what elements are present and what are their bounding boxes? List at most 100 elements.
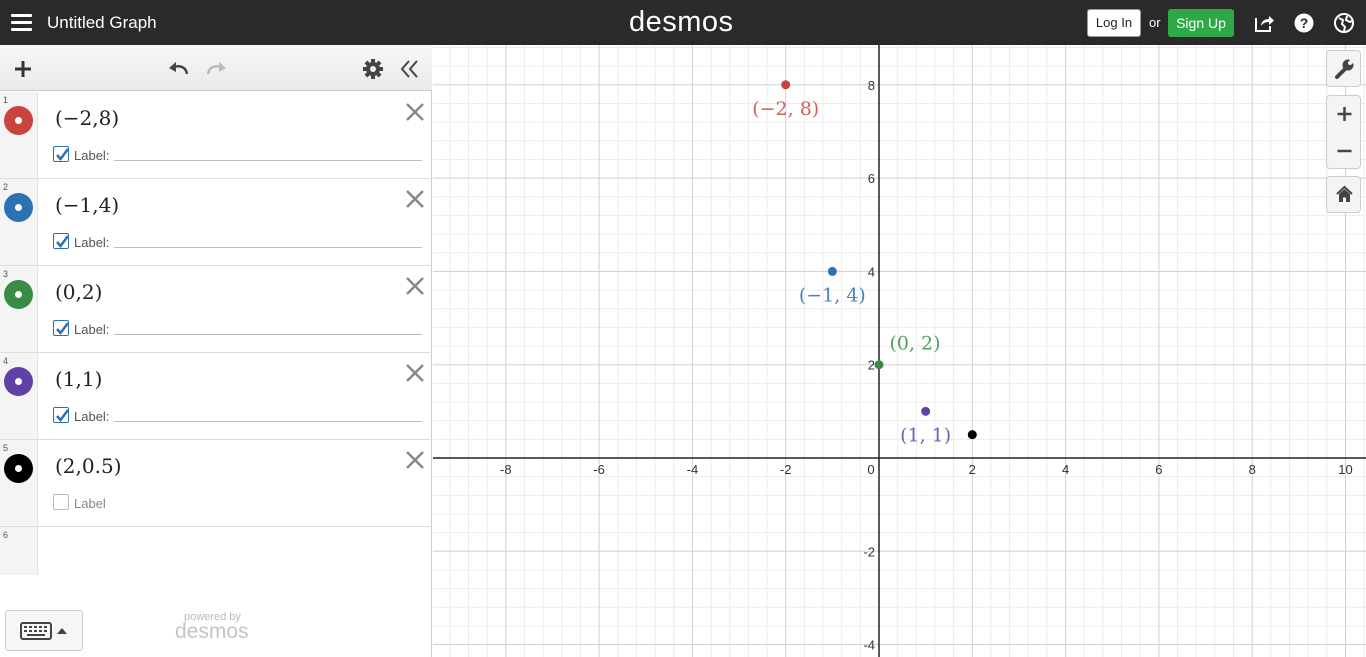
keypad-toggle-button[interactable] [5, 610, 83, 651]
graph-point[interactable] [967, 430, 977, 440]
home-icon[interactable] [1327, 177, 1362, 212]
point-label: (1, 1) [900, 424, 951, 446]
expression-row[interactable]: 5 (2,0.5) Label [0, 440, 432, 527]
expression-row[interactable]: 1 (−2,8) Label: [0, 92, 432, 179]
label-input[interactable] [114, 232, 422, 247]
y-tick-label: -2 [863, 544, 875, 559]
expression-input[interactable]: (0,2) [55, 280, 102, 304]
desmos-logo: desmos [629, 6, 734, 38]
color-swatch-icon[interactable] [4, 280, 33, 309]
log-in-button[interactable]: Log In [1087, 9, 1141, 37]
graph-svg[interactable]: -8 -6 -4 -2 0 2 4 6 8 10 8 6 4 2 -2 -4 (−2, 8) (−1, 4) (0,… [433, 45, 1366, 657]
expression-gutter: 6 [0, 527, 38, 575]
help-icon[interactable]: ? [1293, 12, 1315, 34]
delete-expression-icon[interactable] [404, 101, 426, 123]
collapse-panel-icon[interactable] [399, 59, 421, 79]
y-tick-label: 2 [868, 358, 875, 373]
color-swatch-icon[interactable] [4, 367, 33, 396]
gear-icon[interactable] [362, 58, 384, 80]
delete-expression-icon[interactable] [404, 449, 426, 471]
expression-panel: 1 (−2,8) Label: 2 (−1,4) Label: 3 (0,2) … [0, 45, 432, 657]
wrench-icon[interactable] [1327, 51, 1362, 86]
share-icon[interactable] [1253, 12, 1275, 34]
menu-icon[interactable] [11, 12, 32, 32]
color-swatch-icon[interactable] [4, 193, 33, 222]
label-input[interactable] [114, 145, 422, 160]
graph-point[interactable] [781, 80, 791, 90]
y-tick-label: -4 [863, 638, 875, 653]
expression-input[interactable]: (1,1) [55, 367, 102, 391]
label-text: Label: [74, 409, 110, 424]
new-expression-row[interactable]: 6 [0, 527, 432, 575]
zoom-out-button[interactable] [1327, 133, 1362, 168]
expression-row[interactable]: 3 (0,2) Label: [0, 266, 432, 353]
x-tick-label: -8 [500, 462, 512, 477]
svg-text:?: ? [1300, 15, 1309, 31]
expression-input[interactable]: (−1,4) [55, 193, 119, 217]
globe-icon[interactable] [1333, 12, 1355, 34]
x-tick-label: -2 [780, 462, 792, 477]
expression-gutter: 3 [0, 266, 38, 352]
x-tick-label: 2 [969, 462, 976, 477]
x-tick-label: 0 [867, 462, 874, 477]
graph-point[interactable] [921, 406, 931, 416]
expression-row[interactable]: 2 (−1,4) Label: [0, 179, 432, 266]
add-expression-button[interactable] [12, 59, 34, 79]
label-underline [114, 247, 422, 248]
label-checkbox[interactable] [53, 494, 69, 510]
zoom-in-button[interactable] [1327, 96, 1362, 131]
graph-point[interactable] [827, 266, 837, 276]
sign-up-button[interactable]: Sign Up [1168, 9, 1234, 37]
expression-gutter: 4 [0, 353, 38, 439]
label-text: Label: [74, 148, 110, 163]
expression-number: 1 [3, 95, 9, 105]
delete-expression-icon[interactable] [404, 275, 426, 297]
label-text: Label: [74, 235, 110, 250]
keyboard-icon [20, 622, 52, 640]
or-text: or [1149, 15, 1161, 30]
expression-gutter: 5 [0, 440, 38, 526]
label-input[interactable] [114, 406, 422, 421]
label-underline [114, 334, 422, 335]
y-tick-label: 4 [868, 264, 875, 279]
x-tick-label: 10 [1338, 462, 1352, 477]
x-tick-label: 6 [1155, 462, 1162, 477]
delete-expression-icon[interactable] [404, 362, 426, 384]
y-tick-label: 6 [868, 171, 875, 186]
y-tick-label: 8 [868, 78, 875, 93]
graph-settings-group [1326, 50, 1361, 87]
x-tick-label: -6 [593, 462, 605, 477]
expression-input[interactable]: (−2,8) [55, 106, 119, 130]
x-tick-label: -4 [687, 462, 699, 477]
x-tick-label: 8 [1249, 462, 1256, 477]
label-checkbox[interactable] [53, 233, 69, 249]
redo-icon[interactable] [204, 57, 228, 79]
label-underline [114, 160, 422, 161]
expression-number: 6 [3, 530, 9, 540]
expression-number: 2 [3, 182, 9, 192]
expression-toolbar [0, 45, 432, 91]
label-checkbox[interactable] [53, 320, 69, 336]
home-group [1326, 176, 1361, 213]
graph-title[interactable]: Untitled Graph [47, 13, 157, 33]
zoom-group [1326, 95, 1361, 169]
expression-row[interactable]: 4 (1,1) Label: [0, 353, 432, 440]
label-input[interactable] [114, 319, 422, 334]
delete-expression-icon[interactable] [404, 188, 426, 210]
color-swatch-icon[interactable] [4, 106, 33, 135]
label-checkbox[interactable] [53, 146, 69, 162]
label-text: Label [74, 496, 106, 511]
label-checkbox[interactable] [53, 407, 69, 423]
powered-by-logo: desmos [175, 620, 249, 643]
graph-point[interactable] [874, 360, 884, 370]
point-label: (0, 2) [889, 333, 940, 355]
color-swatch-icon[interactable] [4, 454, 33, 483]
label-text: Label: [74, 322, 110, 337]
graph-canvas[interactable]: -8 -6 -4 -2 0 2 4 6 8 10 8 6 4 2 -2 -4 (−2, 8) (−1, 4) (0,… [433, 45, 1366, 657]
undo-icon[interactable] [167, 57, 191, 79]
expression-gutter: 2 [0, 179, 38, 265]
top-bar: Untitled Graph desmos Log In or Sign Up … [0, 0, 1366, 45]
expression-gutter: 1 [0, 92, 38, 178]
expression-input[interactable]: (2,0.5) [55, 454, 122, 478]
expression-number: 3 [3, 269, 9, 279]
